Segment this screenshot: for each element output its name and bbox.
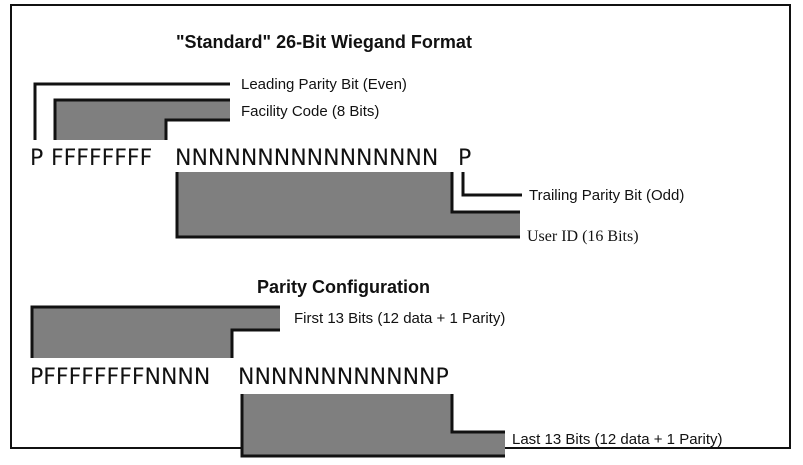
bits-facility: FFFFFFFF <box>51 146 152 171</box>
bits-second-half: NNNNNNNNNNNNP <box>238 365 449 390</box>
first-13-shade <box>32 307 280 358</box>
top-title: "Standard" 26-Bit Wiegand Format <box>176 32 472 52</box>
first-13-bracket-inner <box>230 328 280 358</box>
user-id-label: User ID (16 Bits) <box>527 228 639 245</box>
facility-code-bracket-inner <box>164 118 230 140</box>
bottom-title: Parity Configuration <box>257 277 430 297</box>
bit-trailing-p: P <box>458 146 471 171</box>
leading-parity-label: Leading Parity Bit (Even) <box>241 76 407 93</box>
last-13-shade <box>242 394 505 456</box>
facility-code-label: Facility Code (8 Bits) <box>241 103 379 120</box>
trailing-parity-bracket <box>461 172 522 197</box>
bit-leading-p: P <box>30 146 43 171</box>
bits-user: NNNNNNNNNNNNNNNN <box>175 146 438 171</box>
first-13-label: First 13 Bits (12 data + 1 Parity) <box>294 310 505 327</box>
last-13-bracket-inner <box>450 394 505 434</box>
wiegand-diagram: "Standard" 26-Bit Wiegand Format Leading… <box>30 32 723 458</box>
user-id-shade <box>177 172 520 237</box>
last-13-label: Last 13 Bits (12 data + 1 Parity) <box>512 431 723 448</box>
bits-first-half: PFFFFFFFFNNNN <box>30 365 210 390</box>
trailing-parity-label: Trailing Parity Bit (Odd) <box>529 187 684 204</box>
